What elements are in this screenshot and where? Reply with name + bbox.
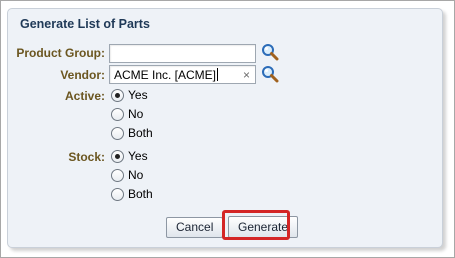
highlight-box: [222, 210, 290, 240]
clear-icon[interactable]: ×: [243, 67, 250, 83]
stock-no-radio[interactable]: No: [111, 168, 143, 182]
stock-both-label: Both: [128, 187, 153, 201]
radio-selected-icon[interactable]: [111, 149, 124, 163]
cancel-button[interactable]: Cancel: [166, 217, 224, 238]
active-both-label: Both: [128, 126, 153, 140]
vendor-value: ACME Inc. [ACME]: [114, 68, 217, 82]
dialog-title: Generate List of Parts: [20, 17, 150, 31]
vendor-search-icon[interactable]: [261, 65, 279, 83]
active-yes-radio[interactable]: Yes: [111, 88, 148, 102]
active-both-radio[interactable]: Both: [111, 126, 153, 140]
stock-both-radio[interactable]: Both: [111, 187, 153, 201]
radio-selected-icon[interactable]: [111, 88, 124, 102]
text-caret: [217, 68, 219, 81]
stock-label: Stock:: [68, 150, 105, 164]
product-group-search-icon[interactable]: [261, 43, 279, 61]
product-group-input[interactable]: [109, 44, 256, 63]
radio-unselected-icon[interactable]: [111, 168, 124, 182]
active-no-radio[interactable]: No: [111, 107, 143, 121]
stock-no-label: No: [128, 168, 144, 182]
product-group-label: Product Group:: [16, 46, 105, 60]
radio-unselected-icon[interactable]: [111, 126, 124, 140]
vendor-label: Vendor:: [60, 68, 105, 82]
vendor-input[interactable]: ACME Inc. [ACME] ×: [109, 65, 256, 84]
stock-yes-radio[interactable]: Yes: [111, 149, 148, 163]
active-label: Active:: [64, 89, 105, 103]
stock-yes-label: Yes: [128, 149, 148, 163]
active-yes-label: Yes: [128, 88, 148, 102]
radio-unselected-icon[interactable]: [111, 187, 124, 201]
radio-unselected-icon[interactable]: [111, 107, 124, 121]
active-no-label: No: [128, 107, 144, 121]
